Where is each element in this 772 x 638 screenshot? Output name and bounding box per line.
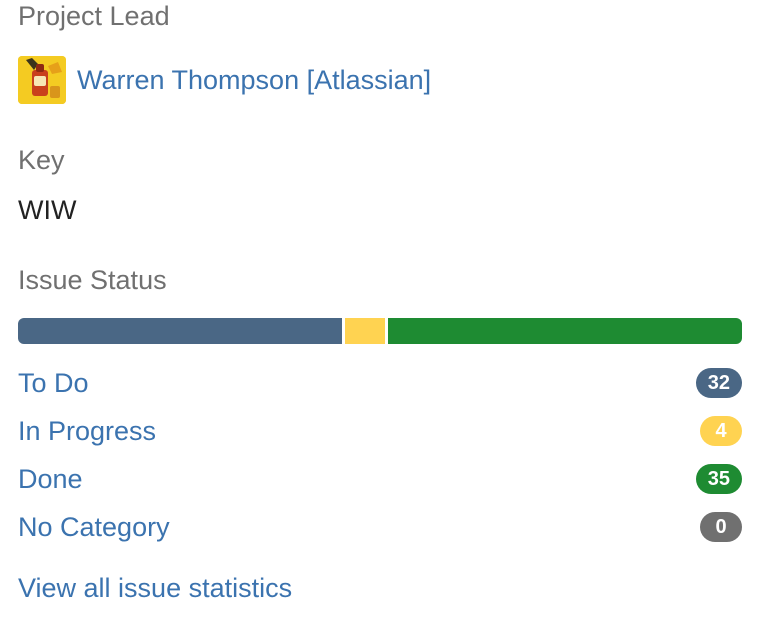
- status-link-no-category[interactable]: No Category: [18, 511, 170, 543]
- view-all-issue-statistics-link[interactable]: View all issue statistics: [18, 572, 742, 604]
- project-lead-link[interactable]: Warren Thompson [Atlassian]: [77, 64, 431, 96]
- status-bar-segment-in-progress[interactable]: [341, 318, 386, 344]
- project-lead-label: Project Lead: [18, 1, 170, 31]
- status-bar-segment-done[interactable]: [385, 318, 742, 344]
- status-bar-segment-to-do[interactable]: [18, 318, 342, 344]
- issue-status-list: To Do 32 In Progress 4 Done 35 No Catego…: [18, 359, 742, 551]
- status-row-to-do: To Do 32: [18, 359, 742, 407]
- user-avatar-icon[interactable]: [18, 56, 66, 104]
- status-count-badge-in-progress: 4: [700, 416, 742, 446]
- project-lead-row: Warren Thompson [Atlassian]: [18, 54, 742, 106]
- issue-status-bar: [18, 318, 742, 344]
- status-link-in-progress[interactable]: In Progress: [18, 415, 156, 447]
- status-link-done[interactable]: Done: [18, 463, 83, 495]
- issue-status-label: Issue Status: [18, 265, 167, 295]
- status-count-badge-done: 35: [695, 464, 742, 494]
- status-count-badge-to-do: 32: [695, 368, 742, 398]
- key-label: Key: [18, 145, 65, 175]
- status-count-badge-no-category: 0: [700, 512, 742, 542]
- status-row-done: Done 35: [18, 455, 742, 503]
- status-row-in-progress: In Progress 4: [18, 407, 742, 455]
- status-row-no-category: No Category 0: [18, 503, 742, 551]
- project-key-value: WIW: [18, 195, 77, 225]
- project-summary-panel: Project Lead Warren Thompson [Atlassian]…: [18, 0, 742, 604]
- status-link-to-do[interactable]: To Do: [18, 367, 89, 399]
